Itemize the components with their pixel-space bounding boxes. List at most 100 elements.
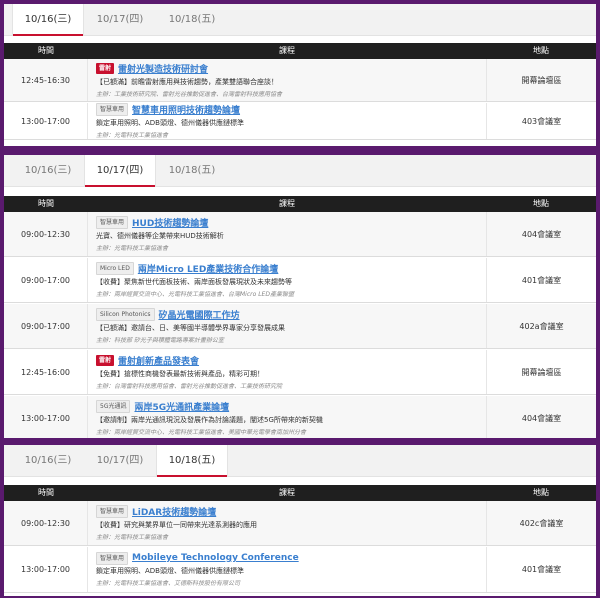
category-badge: 5G光通訊 xyxy=(96,400,131,413)
session-time: 09:00-12:30 xyxy=(4,501,88,545)
session-location: 403會議室 xyxy=(486,103,596,139)
header-time: 時間 xyxy=(38,199,54,208)
session-info: 智慧車用 HUD技術趨勢論壇光寶、德州儀器等企業帶來HUD技術解析 主辦：光電科技工… xyxy=(96,212,478,256)
category-badge: 智慧車用 xyxy=(96,551,129,565)
session-time: 09:00-17:00 xyxy=(4,304,88,348)
table-header: 時間 課程 地點 xyxy=(4,196,596,212)
session-description: 鎖定車用照明、ADB頭燈、德州儀器供應鏈標準 xyxy=(96,118,244,127)
table-row: 12:45-16:30 雷射 雷射光製造技術研討會 【已額滿】前瞻雷射應用與技術趨勢，… xyxy=(4,59,596,102)
date-tab[interactable]: 10/18(五) xyxy=(156,445,228,477)
session-host: 主辦：光電科技工業協進會、艾德斯科技股份有限公司 xyxy=(96,580,241,587)
session-title-line: 智慧車用 HUD技術趨勢論壇 xyxy=(96,216,478,229)
header-location: 地點 xyxy=(533,46,549,55)
day-panel: 10/16(三) 10/17(四) 10/18(五) 時間 課程 地點 09:00-12:3… xyxy=(4,445,596,596)
session-location: 開幕論壇區 xyxy=(486,350,596,394)
session-host: 主辦：工業技術研究院、雷射光谷推動促進會、台灣雷射科技應用協會 xyxy=(96,90,283,98)
session-time: 09:00-12:30 xyxy=(4,212,88,256)
table-header: 時間 課程 地點 xyxy=(4,43,596,59)
category-badge: 智慧車用 xyxy=(96,103,129,116)
session-info: 5G光通訊 兩岸5G光通訊產業論壇【邀請制】兩岸光通訊現況及發展作為討論議題，闡述… xyxy=(96,396,478,438)
session-host: 主辦：兩岸經貿交流中心、光電科技工業協進會、美國中華光電學會南加州分會 xyxy=(96,428,307,436)
session-time: 13:00-17:00 xyxy=(4,547,88,592)
table-header: 時間 課程 地點 xyxy=(4,485,596,501)
header-course: 課程 xyxy=(279,199,295,208)
session-title-link[interactable]: 智慧車用照明技術趨勢論壇 xyxy=(132,103,240,116)
date-tab[interactable]: 10/16(三) xyxy=(12,4,84,36)
session-title-line: 雷射 雷射創新產品發表會 xyxy=(96,355,478,367)
table-row: 09:00-17:00 Silicon Photonics 矽晶光電國際工作坊【已額… xyxy=(4,304,596,349)
session-title-link[interactable]: Mobileye Technology Conference xyxy=(132,553,299,563)
session-location: 402a會議室 xyxy=(486,304,596,348)
session-host: 主辦：台灣雷射科技應用協會、雷射光谷推動促進會、工業技術研究院 xyxy=(96,382,283,390)
session-description: 【邀請制】兩岸光通訊現況及發展作為討論議題，闡述5G所帶來的新契機 xyxy=(96,415,323,424)
session-description: 【免費】搶標性商機發表最新技術與產品，精彩可期！ xyxy=(96,369,264,378)
header-time: 時間 xyxy=(38,46,54,55)
session-title-line: 智慧車用 LiDAR技術趨勢論壇 xyxy=(96,505,478,518)
session-title-line: 雷射 雷射光製造技術研討會 xyxy=(96,63,478,75)
date-tab[interactable]: 10/18(五) xyxy=(156,4,228,35)
session-location: 404會議室 xyxy=(486,212,596,256)
session-title-line: 智慧車用 Mobileye Technology Conference xyxy=(96,551,478,565)
session-location: 402c會議室 xyxy=(486,501,596,545)
header-location: 地點 xyxy=(533,199,549,208)
session-title-link[interactable]: 兩岸5G光通訊產業論壇 xyxy=(134,400,229,413)
session-description: 【已額滿】前瞻雷射應用與技術趨勢，產業雙語聯合座談！ xyxy=(96,77,278,86)
date-tab[interactable]: 10/16(三) xyxy=(12,155,84,186)
session-title-line: 5G光通訊 兩岸5G光通訊產業論壇 xyxy=(96,400,478,413)
session-title-line: Micro LED 兩岸Micro LED產業技術合作論壇 xyxy=(96,262,478,275)
session-description: 【已額滿】邀請台、日、美等國半導體學界專家分享發展成果 xyxy=(96,323,285,332)
session-description: 【收費】聚焦新世代面板技術、兩岸面板發展現狀及未來趨勢等 xyxy=(96,277,292,286)
table-row: 13:00-17:00 5G光通訊 兩岸5G光通訊產業論壇 【邀請制】兩岸光通訊現況及… xyxy=(4,396,596,438)
category-badge: 智慧車用 xyxy=(96,216,129,229)
table-row: 12:45-16:00 雷射 雷射創新產品發表會 【免費】搶標性商機發表最新技術與產品… xyxy=(4,350,596,395)
session-title-link[interactable]: LiDAR技術趨勢論壇 xyxy=(132,505,216,518)
table-row: 09:00-12:30 智慧車用 LiDAR技術趨勢論壇 【收費】研究與業界單位一同帶… xyxy=(4,501,596,546)
session-description: 【收費】研究與業界單位一同帶來光達系測器的應用 xyxy=(96,520,257,529)
date-tab[interactable]: 10/18(五) xyxy=(156,155,228,186)
date-tab[interactable]: 10/17(四) xyxy=(84,445,156,476)
table-row: 13:00-17:00 智慧車用 Mobileye Technology Confe… xyxy=(4,547,596,593)
session-host: 主辦：兩岸經貿交流中心、光電科技工業協進會、台灣Micro LED產業聯盟 xyxy=(96,290,294,298)
session-location: 開幕論壇區 xyxy=(486,59,596,101)
category-badge: Silicon Photonics xyxy=(96,308,155,321)
header-time: 時間 xyxy=(38,488,54,497)
header-course: 課程 xyxy=(279,46,295,55)
session-time: 12:45-16:00 xyxy=(4,350,88,394)
category-badge: Micro LED xyxy=(96,262,134,275)
session-host: 主辦：光電科技工業協進會 xyxy=(96,131,169,139)
session-info: 智慧車用 智慧車用照明技術趨勢論壇鎖定車用照明、ADB頭燈、德州儀器供應鏈標準 主辦… xyxy=(96,103,478,139)
day-panel: 10/16(三) 10/17(四) 10/18(五) 時間 課程 地點 12:45-16:3… xyxy=(4,4,596,146)
session-time: 13:00-17:00 xyxy=(4,396,88,438)
date-tab[interactable]: 10/16(三) xyxy=(12,445,84,476)
header-location: 地點 xyxy=(533,488,549,497)
header-course: 課程 xyxy=(279,488,295,497)
session-time: 12:45-16:30 xyxy=(4,59,88,101)
session-title-line: 智慧車用 智慧車用照明技術趨勢論壇 xyxy=(96,103,478,116)
session-title-link[interactable]: 兩岸Micro LED產業技術合作論壇 xyxy=(138,262,279,275)
session-title-link[interactable]: 矽晶光電國際工作坊 xyxy=(159,308,240,321)
session-info: Silicon Photonics 矽晶光電國際工作坊【已額滿】邀請台、日、美等國… xyxy=(96,304,478,348)
date-tabs: 10/16(三) 10/17(四) 10/18(五) xyxy=(4,445,596,477)
session-host: 主辦：光電科技工業協進會 xyxy=(96,244,169,252)
session-title-link[interactable]: 雷射光製造技術研討會 xyxy=(118,62,208,75)
date-tab[interactable]: 10/17(四) xyxy=(84,155,156,187)
session-description: 光寶、德州儀器等企業帶來HUD技術解析 xyxy=(96,231,224,240)
session-host: 主辦：光電科技工業協進會 xyxy=(96,533,169,541)
category-badge: 智慧車用 xyxy=(96,505,129,518)
date-tabs: 10/16(三) 10/17(四) 10/18(五) xyxy=(4,155,596,187)
category-badge: 雷射 xyxy=(96,355,115,366)
session-location: 401會議室 xyxy=(486,258,596,302)
category-badge: 雷射 xyxy=(96,63,115,74)
session-title-link[interactable]: 雷射創新產品發表會 xyxy=(118,354,199,367)
session-info: 智慧車用 Mobileye Technology Conference 鎖定車用照明… xyxy=(96,547,478,592)
session-title-link[interactable]: HUD技術趨勢論壇 xyxy=(132,216,208,229)
session-description: 鎖定車用照明、ADB頭燈、德州儀器供應鏈標準 xyxy=(96,567,244,575)
date-tab[interactable]: 10/17(四) xyxy=(84,4,156,35)
session-location: 401會議室 xyxy=(486,547,596,592)
day-panel: 10/16(三) 10/17(四) 10/18(五) 時間 課程 地點 09:00-12:3… xyxy=(4,155,596,438)
session-info: 雷射 雷射創新產品發表會 【免費】搶標性商機發表最新技術與產品，精彩可期！ 主辦：台灣… xyxy=(96,350,478,394)
session-time: 13:00-17:00 xyxy=(4,103,88,139)
session-info: 智慧車用 LiDAR技術趨勢論壇【收費】研究與業界單位一同帶來光達系測器的應用 主辦… xyxy=(96,501,478,545)
session-info: Micro LED 兩岸Micro LED產業技術合作論壇【收費】聚焦新世代面板技… xyxy=(96,258,478,302)
session-host: 主辦：科技部 矽光子與積體電路專案計畫辦公室 xyxy=(96,336,224,344)
